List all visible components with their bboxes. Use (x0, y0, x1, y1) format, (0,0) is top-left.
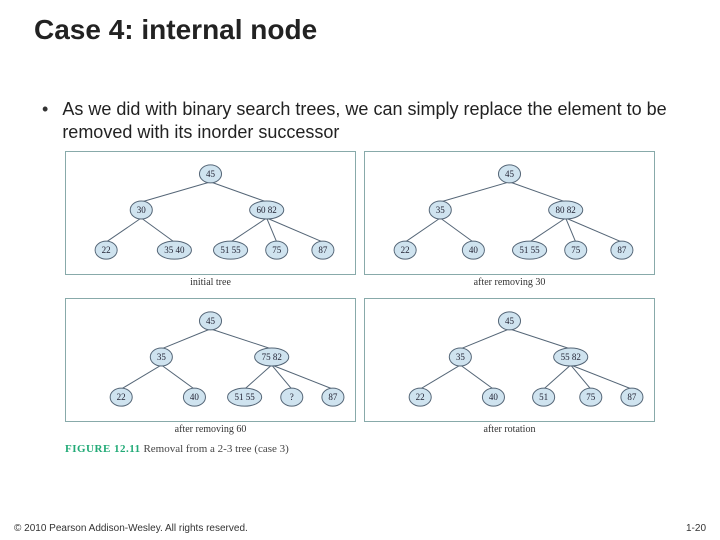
svg-text:60 82: 60 82 (257, 205, 278, 215)
svg-text:40: 40 (489, 392, 499, 402)
bullet-item: • As we did with binary search trees, we… (0, 52, 720, 151)
svg-text:45: 45 (505, 316, 515, 326)
tree-panel: 45 35 75 82 22 40 51 55? 87 (65, 298, 356, 422)
page-number: 1-20 (686, 523, 706, 534)
svg-text:75: 75 (586, 392, 596, 402)
copyright-text: © 2010 Pearson Addison-Wesley. All right… (14, 523, 248, 534)
svg-text:75 82: 75 82 (262, 352, 283, 362)
bullet-text: As we did with binary search trees, we c… (62, 98, 686, 143)
svg-text:87: 87 (318, 245, 328, 255)
svg-text:40: 40 (469, 245, 479, 255)
svg-text:35: 35 (436, 205, 446, 215)
figure-12-11: 45 30 60 82 22 35 40 51 55 75 87 initial tree 45 3… (65, 151, 655, 455)
tree-panel: 45 35 55 82 22 40 51 75 87 (364, 298, 655, 422)
svg-text:22: 22 (401, 245, 411, 255)
svg-text:87: 87 (328, 392, 338, 402)
svg-text:22: 22 (117, 392, 127, 402)
tree-panel: 45 30 60 82 22 35 40 51 55 75 87 (65, 151, 356, 275)
panel-caption: initial tree (65, 277, 356, 288)
svg-text:35: 35 (456, 352, 466, 362)
svg-text:87: 87 (617, 245, 627, 255)
svg-text:40: 40 (190, 392, 200, 402)
svg-text:51 55: 51 55 (220, 245, 241, 255)
svg-text:51: 51 (539, 392, 548, 402)
page-title: Case 4: internal node (0, 0, 720, 48)
svg-text:80 82: 80 82 (556, 205, 577, 215)
svg-text:45: 45 (505, 169, 515, 179)
svg-text:30: 30 (137, 205, 147, 215)
figure-caption: Removal from a 2-3 tree (case 3) (143, 443, 288, 455)
svg-text:51 55: 51 55 (519, 245, 540, 255)
svg-text:75: 75 (272, 245, 282, 255)
svg-text:22: 22 (102, 245, 112, 255)
panel-caption: after removing 60 (65, 424, 356, 435)
svg-text:22: 22 (416, 392, 426, 402)
tree-panel: 45 35 80 82 22 40 51 55 75 87 (364, 151, 655, 275)
svg-text:51 55: 51 55 (234, 392, 255, 402)
svg-text:45: 45 (206, 316, 216, 326)
svg-text:55 82: 55 82 (561, 352, 582, 362)
bullet-marker: • (42, 98, 48, 143)
svg-text:?: ? (290, 392, 294, 402)
panel-caption: after rotation (364, 424, 655, 435)
svg-text:75: 75 (571, 245, 581, 255)
svg-text:35 40: 35 40 (164, 245, 185, 255)
svg-text:35: 35 (157, 352, 167, 362)
panel-caption: after removing 30 (364, 277, 655, 288)
figure-number: FIGURE 12.11 (65, 443, 141, 455)
svg-text:45: 45 (206, 169, 216, 179)
svg-text:87: 87 (627, 392, 637, 402)
